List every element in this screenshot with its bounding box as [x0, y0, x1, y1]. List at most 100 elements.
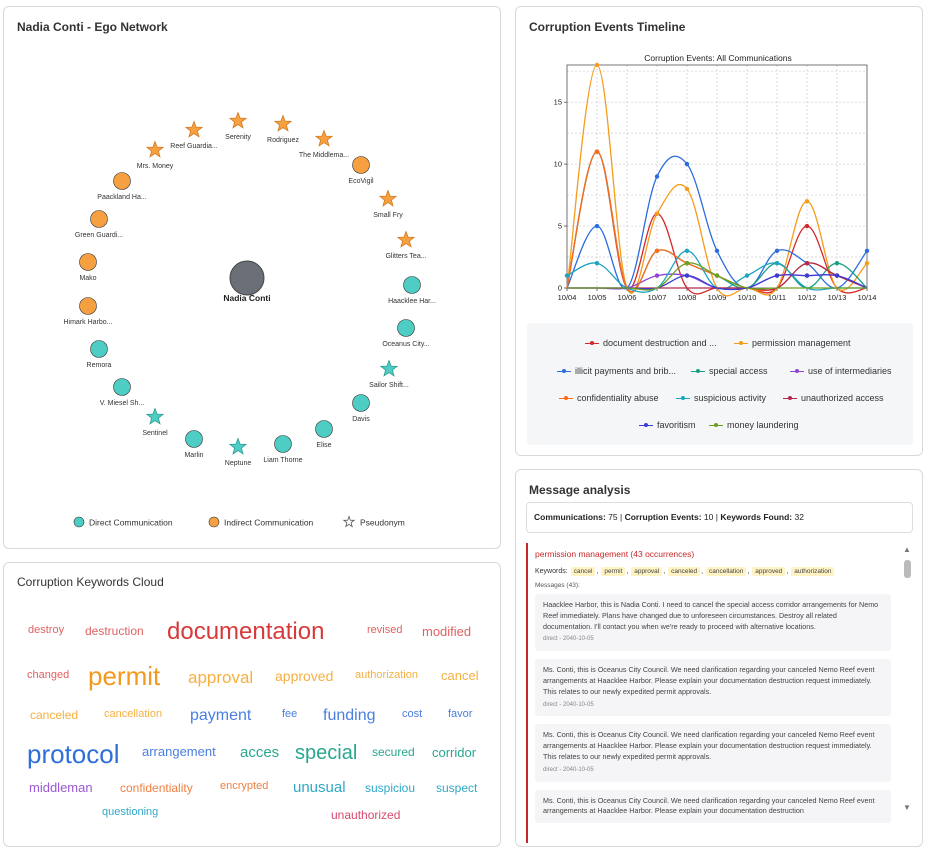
legend-item[interactable]: document destruction and ... [585, 338, 717, 348]
series-point[interactable] [864, 248, 870, 254]
network-node[interactable]: Haacklee Har... [388, 276, 436, 306]
network-node[interactable]: Neptune [225, 437, 252, 468]
keyword[interactable]: questioning [102, 807, 158, 818]
series-point[interactable] [684, 248, 690, 254]
keyword[interactable]: corridor [432, 746, 476, 759]
network-node[interactable]: Paackland Ha... [97, 172, 147, 202]
series-point[interactable] [804, 273, 810, 278]
center-node[interactable]: Nadia Conti [223, 260, 271, 303]
legend-item[interactable]: illicit payments and brib... [557, 366, 676, 376]
network-node[interactable]: Mako [79, 253, 97, 283]
network-node[interactable]: The Middlema... [299, 129, 349, 160]
series-point[interactable] [684, 273, 690, 278]
series-point[interactable] [804, 223, 810, 229]
series-point[interactable] [654, 248, 660, 254]
series-point[interactable] [594, 223, 600, 229]
network-node[interactable]: Liam Thorne [263, 435, 303, 465]
keyword[interactable]: changed [27, 670, 69, 681]
keyword[interactable]: revised [367, 625, 402, 636]
ego-network-graph[interactable]: Reef Guardia... Serenity Rodriguez The Midd… [4, 7, 501, 549]
keyword[interactable]: destroy [28, 625, 64, 636]
network-node[interactable]: Oceanus City... [382, 319, 430, 349]
series-point[interactable] [774, 261, 780, 266]
series-point[interactable] [834, 273, 840, 278]
legend-item[interactable]: money laundering [709, 420, 799, 430]
series-point[interactable] [834, 261, 840, 266]
series-point[interactable] [714, 248, 720, 254]
network-node[interactable]: Mrs. Money [137, 140, 174, 171]
series-point[interactable] [594, 149, 600, 154]
network-node[interactable]: Remora [87, 340, 112, 370]
keyword[interactable]: protocol [27, 741, 120, 767]
series-point[interactable] [684, 161, 690, 167]
keyword[interactable]: unauthorized [331, 809, 400, 821]
series-point[interactable] [744, 273, 750, 278]
legend-item[interactable]: favoritism [639, 420, 696, 430]
network-node[interactable]: Glitters Tea... [385, 230, 427, 261]
network-node[interactable]: Serenity [225, 111, 251, 142]
keyword[interactable]: secured [372, 746, 415, 758]
legend-item[interactable]: unauthorized access [783, 393, 884, 403]
series-point[interactable] [714, 273, 720, 278]
message-item[interactable]: Haacklee Harbor, this is Nadia Conti. I … [535, 594, 891, 652]
network-node[interactable]: Marlin [184, 430, 204, 460]
keyword[interactable]: fee [282, 709, 297, 720]
keyword[interactable]: favor [448, 709, 472, 720]
keyword[interactable]: encrypted [220, 781, 268, 792]
network-node[interactable]: Rodriguez [267, 114, 299, 145]
series-point[interactable] [684, 261, 690, 266]
keyword[interactable]: cancel [441, 669, 479, 682]
network-node[interactable]: Green Guardi... [75, 210, 123, 240]
keyword[interactable]: approved [275, 669, 333, 683]
keyword[interactable]: cost [402, 709, 422, 720]
series-point[interactable] [594, 62, 600, 68]
series-point[interactable] [774, 248, 780, 254]
network-node[interactable]: Elise [315, 420, 333, 450]
network-node[interactable]: Sailor Shift... [369, 359, 409, 390]
keyword[interactable]: suspect [436, 782, 477, 794]
keyword[interactable]: canceled [30, 709, 78, 721]
message-list-container[interactable]: permission management (43 occurrences) K… [526, 543, 898, 843]
legend-item[interactable]: suspicious activity [676, 393, 766, 403]
series-point[interactable] [654, 211, 660, 216]
keyword[interactable]: special [295, 743, 357, 763]
series-point[interactable] [804, 199, 810, 204]
series-point[interactable] [804, 261, 810, 266]
network-node[interactable]: V. Miesel Sh... [100, 378, 145, 408]
network-node[interactable]: EcoVigil [348, 156, 374, 186]
keyword[interactable]: suspiciou [365, 782, 415, 794]
network-node[interactable]: Reef Guardia... [170, 120, 218, 151]
series-point[interactable] [654, 174, 660, 179]
legend-item[interactable]: use of intermediaries [790, 366, 892, 376]
legend-item[interactable]: special access [691, 366, 768, 376]
message-item[interactable]: Ms. Conti, this is Oceanus City Council.… [535, 789, 891, 824]
network-node[interactable]: Sentinel [142, 407, 168, 438]
message-item[interactable]: Ms. Conti, this is Oceanus City Council.… [535, 659, 891, 717]
series-point[interactable] [684, 186, 690, 192]
keyword[interactable]: documentation [167, 620, 324, 644]
keyword[interactable]: unusual [293, 780, 346, 795]
legend-item[interactable]: permission management [734, 338, 851, 348]
keyword[interactable]: arrangement [142, 745, 216, 758]
keyword[interactable]: funding [323, 708, 376, 724]
message-item[interactable]: Ms. Conti, this is Oceanus City Council.… [535, 724, 891, 782]
keyword[interactable]: destruction [85, 625, 144, 637]
series-point[interactable] [564, 273, 570, 278]
series-point[interactable] [594, 261, 600, 266]
scroll-thumb[interactable] [904, 560, 911, 578]
legend-item[interactable]: confidentiality abuse [559, 393, 659, 403]
keyword[interactable]: authorization [355, 670, 418, 681]
scroll-up-icon[interactable]: ▲ [902, 546, 912, 554]
series-point[interactable] [654, 273, 660, 278]
keyword[interactable]: modified [422, 625, 471, 638]
keyword[interactable]: confidentiality [120, 782, 193, 794]
series-point[interactable] [864, 261, 870, 266]
scroll-down-icon[interactable]: ▼ [902, 804, 912, 812]
corruption-events-chart[interactable]: Corruption Events: All Communications 10… [516, 7, 923, 317]
message-scrollbar[interactable]: ▲ ▼ [902, 546, 912, 812]
network-node[interactable]: Himark Harbo... [63, 297, 113, 327]
keyword[interactable]: payment [190, 708, 251, 724]
keyword[interactable]: permit [88, 663, 160, 689]
keyword[interactable]: approval [188, 669, 253, 686]
network-node[interactable]: Davis [352, 394, 370, 424]
